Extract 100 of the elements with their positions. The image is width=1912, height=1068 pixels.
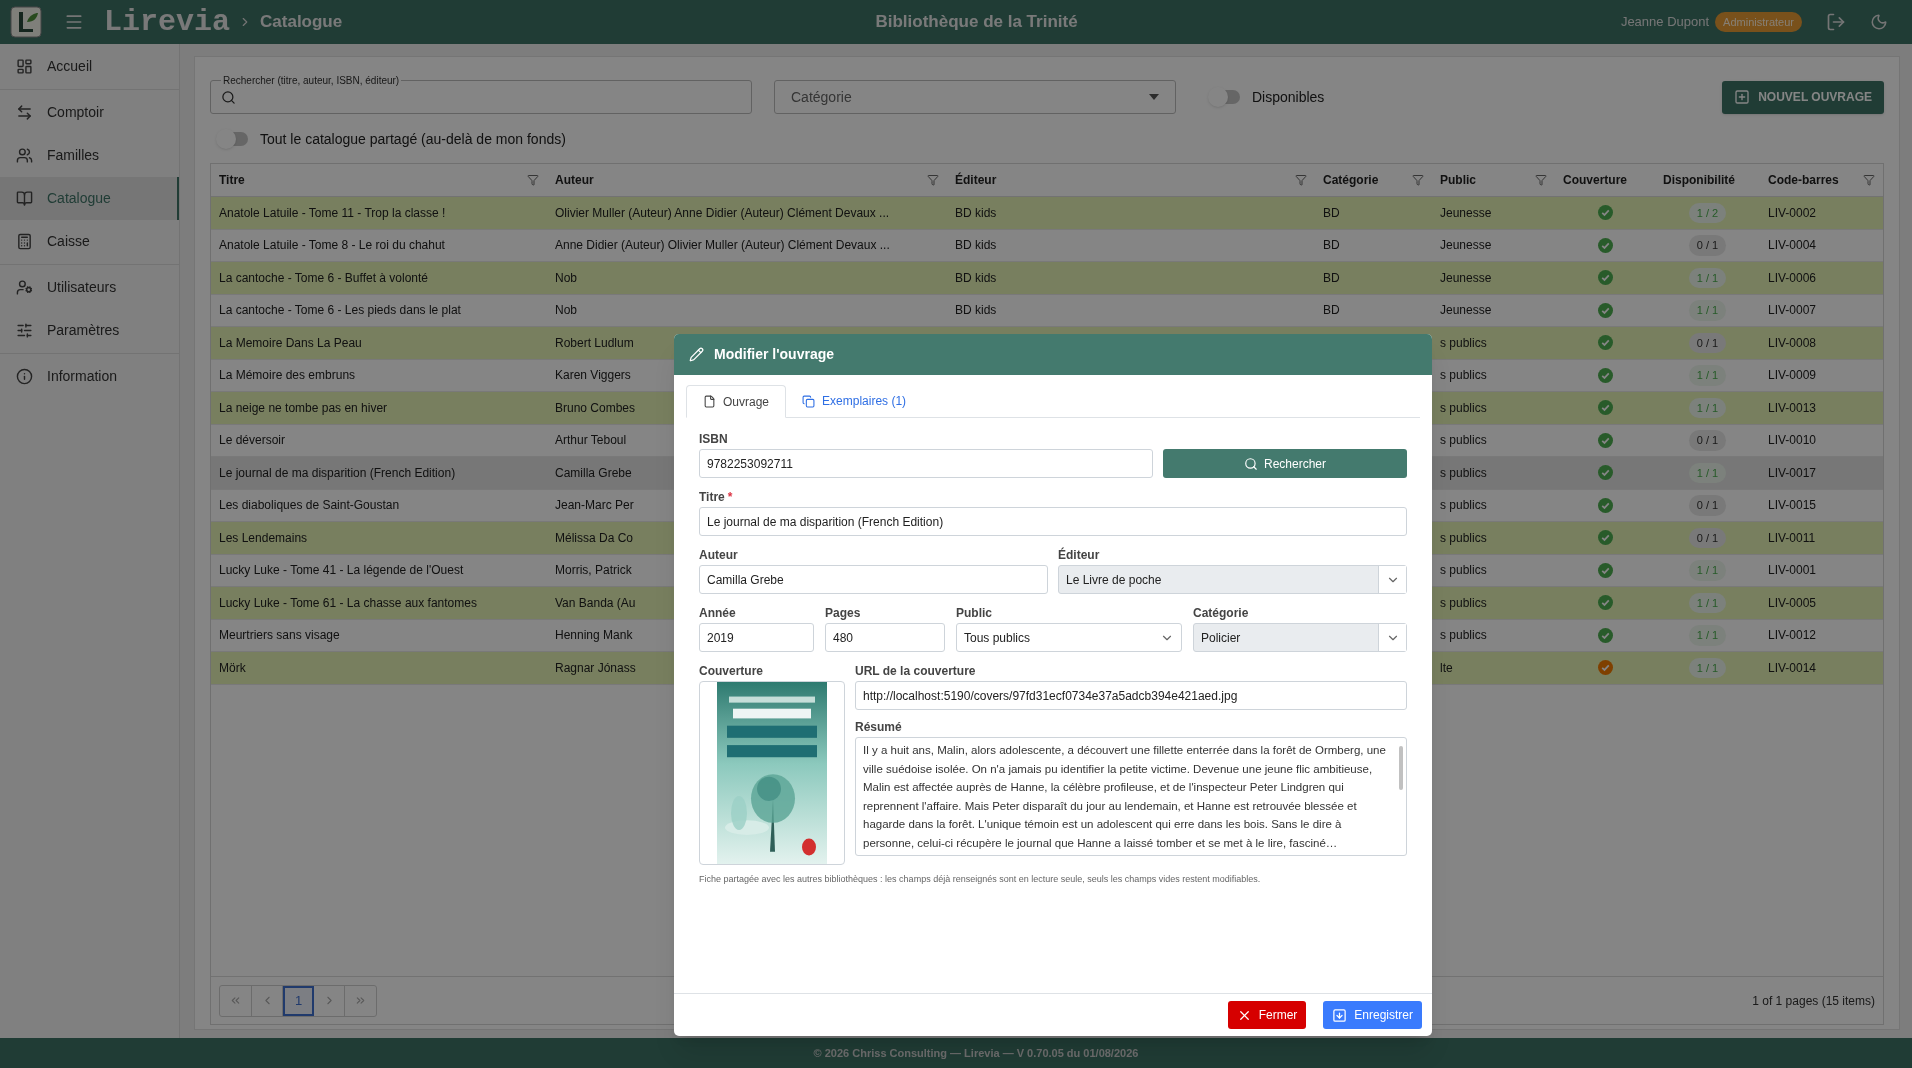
- app-name: Lirevia: [104, 3, 231, 41]
- role-badge: Administrateur: [1715, 11, 1802, 33]
- table-cell-text: s publics: [1440, 594, 1487, 612]
- table-cell-text: s publics: [1440, 367, 1487, 385]
- table-cell-text: Morris, Patrick: [555, 562, 632, 580]
- table-cell-text: Nob: [555, 269, 577, 287]
- table-cell-text: BD: [1323, 237, 1340, 255]
- table-cell-text: Le journal de ma disparition (French Edition): [219, 464, 456, 482]
- table-cell-text: Arthur Teboul: [555, 432, 627, 450]
- table-cell-text: Jeunesse: [1440, 302, 1492, 320]
- table-cell-text: LIV-0007: [1768, 302, 1817, 320]
- availability-badge: 0 / 1: [1688, 495, 1727, 516]
- table-cell-text: s publics: [1440, 334, 1487, 352]
- table-cell-text: lte: [1440, 659, 1453, 677]
- table-cell-text: Le déversoir: [219, 432, 286, 450]
- select-value: Policier: [1200, 629, 1242, 647]
- table-cell-text: Les diaboliques de Saint-Goustan: [219, 497, 400, 515]
- table-cell-text: Camilla Grebe: [555, 464, 632, 482]
- table-cell-text: BD kids: [955, 269, 997, 287]
- table-cell-text: Olivier Muller (Auteur) Anne Didier (Auteur) Clément Devaux ...: [555, 204, 890, 222]
- availability-badge: 0 / 1: [1688, 235, 1727, 256]
- toggle-label: Disponibles: [1252, 87, 1325, 107]
- dialog-title: Modifier l'ouvrage: [714, 345, 834, 364]
- table-cell-text: Van Banda (Au: [555, 594, 636, 612]
- table-cell-text: Bruno Combes: [555, 399, 636, 417]
- table-cell-text: La neige ne tombe pas en hiver: [219, 399, 388, 417]
- table-cell-text: Jeunesse: [1440, 237, 1492, 255]
- table-cell-text: BD kids: [955, 237, 997, 255]
- field-label: Couverture: [699, 663, 764, 677]
- field-label: Titre *: [699, 489, 734, 503]
- table-cell-text: LIV-0004: [1768, 237, 1817, 255]
- table-cell-text: BD kids: [955, 204, 997, 222]
- table-cell-text: s publics: [1440, 529, 1487, 547]
- table-cell-text: LIV-0015: [1768, 497, 1817, 515]
- table-cell-text: Jeunesse: [1440, 269, 1492, 287]
- footer-text: © 2026 Chriss Consulting — Lirevia — V 0.70.05 du 01/08/2026: [813, 1045, 1139, 1061]
- user-name: Jeanne Dupont: [1620, 13, 1710, 32]
- availability-badge: 1 / 1: [1688, 300, 1727, 321]
- table-cell-text: Mélissa Da Co: [555, 529, 634, 547]
- table-cell-text: La Mémoire des embruns: [219, 367, 356, 385]
- availability-badge: 1 / 1: [1688, 267, 1727, 288]
- table-cell-text: s publics: [1440, 627, 1487, 645]
- table-cell-text: Lucky Luke - Tome 61 - La chasse aux fantomes: [219, 594, 477, 612]
- field-label: Catégorie: [1193, 605, 1250, 619]
- shared-note: Fiche partagée avec les autres bibliothèques : les champs déjà renseignés sont en lecture seule, seuls les champs vides restent modifiables.: [699, 873, 1262, 886]
- availability-badge: 1 / 1: [1688, 657, 1727, 678]
- table-cell-text: Anatole Latuile - Tome 8 - Le roi du chahut: [219, 237, 445, 255]
- table-cell-text: LIV-0012: [1768, 627, 1817, 645]
- field-label: Public: [956, 605, 993, 619]
- availability-badge: 1 / 1: [1688, 625, 1727, 646]
- field-label: Année: [699, 605, 737, 619]
- availability-badge: 0 / 1: [1688, 430, 1727, 451]
- breadcrumb: Catalogue: [260, 11, 343, 34]
- table-cell-text: Robert Ludlum: [555, 334, 634, 352]
- table-cell-text: LIV-0017: [1768, 464, 1817, 482]
- table-cell-text: s publics: [1440, 497, 1487, 515]
- table-cell-text: LIV-0008: [1768, 334, 1817, 352]
- availability-badge: 1 / 1: [1688, 592, 1727, 613]
- table-cell-text: s publics: [1440, 399, 1487, 417]
- table-cell-text: Ragnar Jónass: [555, 659, 636, 677]
- toggle-label: Tout le catalogue partagé (au-delà de mon fonds): [260, 129, 566, 149]
- table-cell-text: Mörk: [219, 659, 246, 677]
- table-cell-text: BD kids: [955, 302, 997, 320]
- library-name: Bibliothèque de la Trinité: [875, 11, 1078, 34]
- table-cell-text: Anatole Latuile - Tome 11 - Trop la classe !: [219, 204, 446, 222]
- table-cell-text: LIV-0010: [1768, 432, 1817, 450]
- table-cell-text: Karen Viggers: [555, 367, 631, 385]
- availability-badge: 1 / 1: [1688, 365, 1727, 386]
- availability-badge: 1 / 1: [1688, 560, 1727, 581]
- table-cell-text: LIV-0001: [1768, 562, 1817, 580]
- table-cell-text: LIV-0014: [1768, 659, 1817, 677]
- table-cell-text: s publics: [1440, 464, 1487, 482]
- field-label: Pages: [825, 605, 862, 619]
- table-cell-text: LIV-0002: [1768, 204, 1817, 222]
- availability-badge: 1 / 1: [1688, 397, 1727, 418]
- table-cell-text: Les Lendemains: [219, 529, 308, 547]
- field-label: URL de la couverture: [855, 663, 977, 677]
- availability-badge: 0 / 1: [1688, 527, 1727, 548]
- table-cell-text: La cantoche - Tome 6 - Les pieds dans le plat: [219, 302, 461, 320]
- table-cell-text: LIV-0006: [1768, 269, 1817, 287]
- table-cell-text: s publics: [1440, 562, 1487, 580]
- table-cell-text: Nob: [555, 302, 577, 320]
- search-label: Rechercher (titre, auteur, ISBN, éditeur): [221, 73, 402, 88]
- select-value: Tous publics: [963, 629, 1032, 647]
- table-cell-text: BD: [1323, 204, 1340, 222]
- availability-badge: 1 / 1: [1688, 462, 1727, 483]
- table-cell-text: LIV-0005: [1768, 594, 1817, 612]
- availability-badge: 1 / 2: [1688, 202, 1727, 223]
- field-label: Auteur: [699, 547, 739, 561]
- table-cell-text: s publics: [1440, 432, 1487, 450]
- table-cell-text: LIV-0009: [1768, 367, 1817, 385]
- table-cell-text: BD: [1323, 302, 1340, 320]
- table-cell-text: Jean-Marc Per: [555, 497, 634, 515]
- select-value: Le Livre de poche: [1065, 571, 1163, 589]
- field-label: ISBN: [699, 431, 729, 445]
- table-cell-text: Meurtriers sans visage: [219, 627, 340, 645]
- availability-badge: 0 / 1: [1688, 332, 1727, 353]
- table-cell-text: BD: [1323, 269, 1340, 287]
- table-cell-text: LIV-0013: [1768, 399, 1817, 417]
- field-label: Résumé: [855, 719, 903, 733]
